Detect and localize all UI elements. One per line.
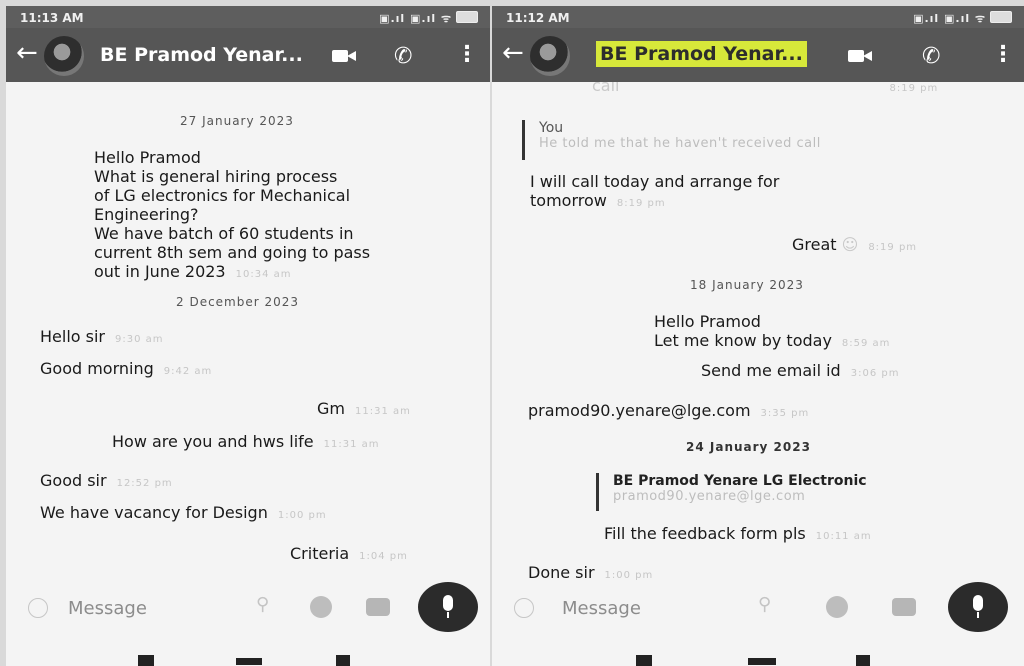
status-time: 11:12 AM [506, 11, 570, 25]
chat-header: ← BE Pramod Yenar... ✆ ⋮ [6, 28, 490, 82]
back-button[interactable] [336, 655, 350, 666]
payment-icon[interactable] [826, 596, 848, 618]
message-bubble[interactable]: pramod90.yenare@lge.com 3:35 pm [528, 401, 809, 420]
compose-bar: ⚲ [6, 582, 490, 636]
back-arrow-icon[interactable]: ← [502, 40, 524, 66]
mic-icon [973, 595, 983, 611]
signal-icons: ▣.ıl ▣.ıl ᯤ [913, 11, 1012, 26]
emoji-icon[interactable] [514, 598, 534, 618]
quote-text: He told me that he haven't received call [539, 136, 821, 151]
message-bubble[interactable]: Hello sir 9:30 am [40, 327, 164, 346]
quote-author: BE Pramod Yenare LG Electronic [613, 473, 867, 489]
message-input[interactable] [560, 592, 694, 624]
more-options-icon[interactable]: ⋮ [456, 42, 478, 67]
status-time: 11:13 AM [20, 11, 84, 25]
mic-button[interactable] [418, 582, 478, 632]
message-time: 10:34 am [235, 269, 292, 280]
chat-header: ← BE Pramod Yenar... ✆ ⋮ [492, 28, 1024, 82]
payment-icon[interactable] [310, 596, 332, 618]
system-nav-bar [6, 651, 490, 666]
camera-icon[interactable] [366, 598, 390, 616]
mic-button[interactable] [948, 582, 1008, 632]
recents-button[interactable] [636, 655, 652, 666]
message-bubble[interactable]: Hello Pramod Let me know by today 8:59 am [654, 312, 890, 353]
mic-icon [443, 595, 453, 611]
quoted-reply[interactable]: You He told me that he haven't received … [522, 120, 821, 160]
voice-call-icon[interactable]: ✆ [922, 44, 940, 69]
message-bubble[interactable]: Great ☺ 8:19 pm [792, 235, 917, 254]
quote-text: pramod90.yenare@lge.com [613, 489, 806, 504]
avatar[interactable] [44, 36, 84, 76]
message-bubble[interactable]: Gm 11:31 am [317, 399, 411, 418]
back-button[interactable] [856, 655, 870, 666]
date-separator: 18 January 2023 [690, 278, 804, 292]
message-bubble[interactable]: Done sir 1:00 pm [528, 563, 653, 582]
battery-icon [456, 11, 478, 23]
message-bubble[interactable]: Hello Pramod What is general hiring proc… [94, 148, 370, 284]
signal-icons: ▣.ıl ▣.ıl ᯤ [379, 11, 478, 26]
compose-bar: ⚲ [492, 582, 1024, 636]
left-chat-screen: 11:13 AM ▣.ıl ▣.ıl ᯤ ← BE Pramod Yenar..… [6, 6, 490, 666]
message-list[interactable]: call 8:19 pm You He told me that he haven… [492, 82, 1024, 586]
message-bubble[interactable]: Fill the feedback form pls 10:11 am [604, 524, 872, 543]
quote-author: You [539, 120, 564, 136]
contact-name[interactable]: BE Pramod Yenar... [596, 41, 807, 67]
message-bubble[interactable]: Good morning 9:42 am [40, 359, 212, 378]
contact-name[interactable]: BE Pramod Yenar... [100, 44, 303, 66]
date-separator: 27 January 2023 [180, 114, 294, 128]
message-input[interactable] [66, 592, 200, 624]
status-bar: 11:13 AM ▣.ıl ▣.ıl ᯤ [6, 6, 490, 28]
battery-icon [990, 11, 1012, 23]
video-call-icon[interactable] [848, 48, 872, 64]
status-bar: 11:12 AM ▣.ıl ▣.ıl ᯤ [492, 6, 1024, 28]
system-nav-bar [492, 651, 1024, 666]
message-bubble[interactable]: Criteria 1:04 pm [290, 544, 408, 563]
video-call-icon[interactable] [332, 48, 356, 64]
attach-icon[interactable]: ⚲ [256, 594, 278, 616]
home-button[interactable] [236, 658, 262, 665]
message-list[interactable]: 27 January 2023 Hello Pramod What is gen… [6, 82, 490, 586]
message-bubble[interactable]: How are you and hws life 11:31 am [112, 432, 380, 451]
right-chat-screen: 11:12 AM ▣.ıl ▣.ıl ᯤ ← BE Pramod Yenar..… [492, 6, 1024, 666]
date-separator: 24 January 2023 [686, 440, 811, 454]
avatar[interactable] [530, 36, 570, 76]
home-button[interactable] [748, 658, 776, 665]
date-separator: 2 December 2023 [176, 295, 300, 309]
message-bubble[interactable]: Send me email id 3:06 pm [701, 361, 899, 380]
attach-icon[interactable]: ⚲ [758, 594, 780, 616]
recents-button[interactable] [138, 655, 154, 666]
more-options-icon[interactable]: ⋮ [992, 42, 1014, 67]
quoted-reply[interactable]: BE Pramod Yenare LG Electronic pramod90.… [596, 473, 867, 511]
message-bubble[interactable]: Good sir 12:52 pm [40, 471, 173, 490]
back-arrow-icon[interactable]: ← [16, 40, 38, 66]
camera-icon[interactable] [892, 598, 916, 616]
message-bubble[interactable]: We have vacancy for Design 1:00 pm [40, 503, 327, 522]
message-bubble[interactable]: call 8:19 pm [592, 82, 938, 95]
voice-call-icon[interactable]: ✆ [394, 44, 412, 69]
emoji-icon[interactable] [28, 598, 48, 618]
message-bubble[interactable]: I will call today and arrange for tomorr… [530, 172, 779, 213]
